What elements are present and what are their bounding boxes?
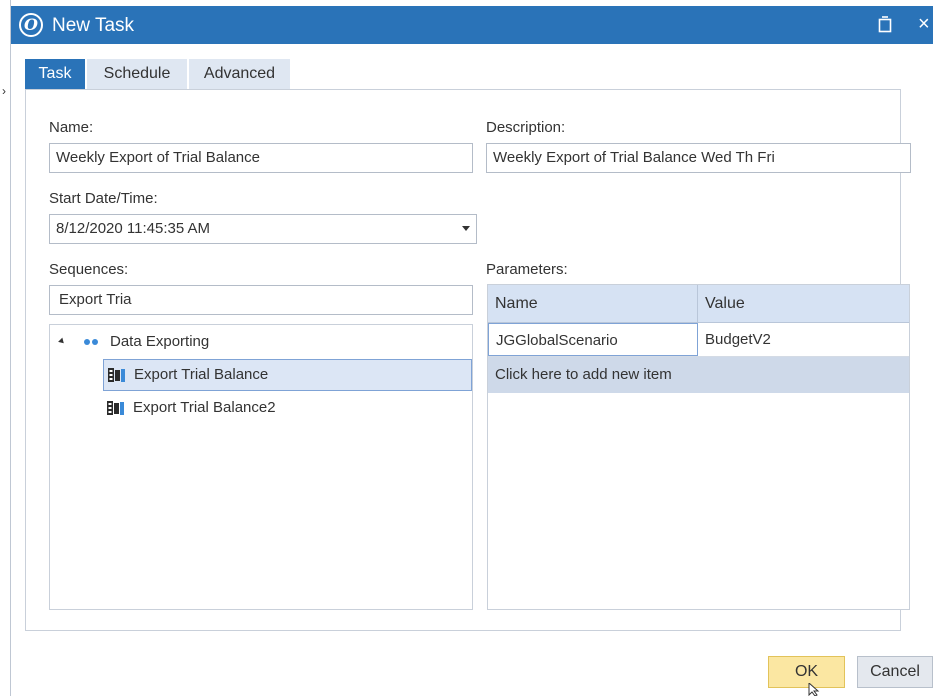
tree-group-label: Data Exporting <box>110 333 210 350</box>
dropdown-arrow-icon[interactable] <box>462 226 470 231</box>
app-logo-icon: O <box>19 13 43 37</box>
start-datetime-picker[interactable]: 8/12/2020 11:45:35 AM <box>49 214 477 244</box>
tab-task[interactable]: Task <box>25 59 85 89</box>
parameter-name-cell[interactable]: JGGlobalScenario <box>488 323 698 356</box>
column-header-value[interactable]: Value <box>698 285 909 323</box>
tree-item-export-trial-balance[interactable]: Export Trial Balance <box>103 359 472 391</box>
window-title: New Task <box>52 15 135 36</box>
close-icon[interactable]: × <box>918 12 930 36</box>
sequence-tree[interactable]: Data Exporting Export Trial Balance Expo… <box>49 324 473 610</box>
sequence-icon <box>107 401 124 415</box>
title-bar: O New Task × <box>11 6 933 44</box>
mouse-cursor-icon <box>808 683 820 696</box>
tree-item-label: Export Trial Balance2 <box>133 399 276 416</box>
restore-icon[interactable] <box>878 15 892 33</box>
parameter-value-cell[interactable]: BudgetV2 <box>698 323 909 356</box>
cancel-button[interactable]: Cancel <box>857 656 933 688</box>
stray-mark: › <box>2 84 6 98</box>
sequences-label: Sequences: <box>49 261 129 278</box>
tree-item-export-trial-balance2[interactable]: Export Trial Balance2 <box>103 393 472 425</box>
start-datetime-value: 8/12/2020 11:45:35 AM <box>56 220 211 237</box>
parameters-grid[interactable]: Name Value JGGlobalScenario BudgetV2 Cli… <box>487 284 910 610</box>
description-label: Description: <box>486 119 566 136</box>
table-row[interactable]: JGGlobalScenario BudgetV2 <box>488 323 909 357</box>
tree-group-data-exporting[interactable]: Data Exporting <box>50 327 470 359</box>
description-input[interactable]: Weekly Export of Trial Balance Wed Th Fr… <box>486 143 911 173</box>
sequence-icon <box>108 368 125 382</box>
name-label: Name: <box>49 119 94 136</box>
start-datetime-label: Start Date/Time: <box>49 190 158 207</box>
tab-schedule[interactable]: Schedule <box>87 59 187 89</box>
tab-advanced[interactable]: Advanced <box>189 59 290 89</box>
parameters-label: Parameters: <box>486 261 568 278</box>
tree-item-label: Export Trial Balance <box>134 366 269 383</box>
new-task-dialog: O New Task × Task Schedule Advanced Name… <box>10 0 933 696</box>
ok-button[interactable]: OK <box>768 656 845 688</box>
task-panel: Name: Weekly Export of Trial Balance Des… <box>25 89 911 631</box>
sequence-search-input[interactable]: Export Tria <box>49 285 473 315</box>
grid-header: Name Value <box>488 285 909 323</box>
column-header-name[interactable]: Name <box>488 285 698 323</box>
add-new-item-row[interactable]: Click here to add new item <box>488 357 909 393</box>
name-input[interactable]: Weekly Export of Trial Balance <box>49 143 473 173</box>
collapse-arrow-icon[interactable] <box>58 337 66 346</box>
group-dots-icon <box>84 339 100 347</box>
